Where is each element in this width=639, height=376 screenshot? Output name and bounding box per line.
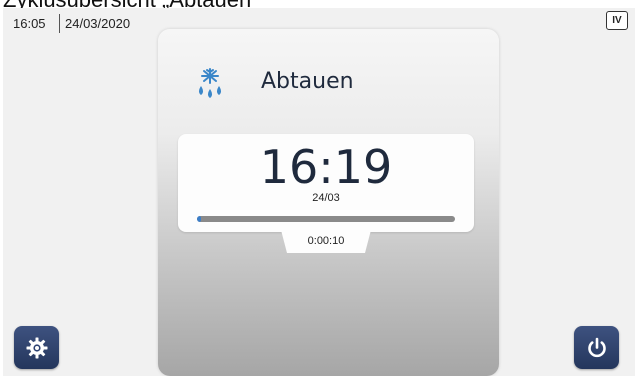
cycle-end-time: 16:19 <box>259 140 393 194</box>
cycle-progress-fill <box>197 216 201 222</box>
settings-button[interactable] <box>14 326 59 369</box>
controller-screen: 16:05 24/03/2020 IV Abtauen 16:19 24/03 … <box>3 8 635 376</box>
status-date: 24/03/2020 <box>65 16 131 31</box>
elapsed-time: 0:00:10 <box>307 235 345 247</box>
snowflake-drops-icon <box>193 67 227 101</box>
cycle-panel: Abtauen 16:19 24/03 0:00:10 <box>158 29 499 376</box>
status-time: 16:05 <box>13 16 46 31</box>
cycle-progress-bar <box>197 216 455 222</box>
status-divider <box>59 14 60 33</box>
page-heading: Zyklusübersicht „Abtauen“ <box>0 0 639 8</box>
cycle-info-card: 16:19 24/03 <box>178 134 474 232</box>
cycle-mode-label: Abtauen <box>261 69 354 94</box>
power-button[interactable] <box>574 326 619 369</box>
elapsed-time-tab: 0:00:10 <box>281 230 371 253</box>
cycle-end-date: 24/03 <box>312 192 340 204</box>
level-badge[interactable]: IV <box>606 11 628 30</box>
